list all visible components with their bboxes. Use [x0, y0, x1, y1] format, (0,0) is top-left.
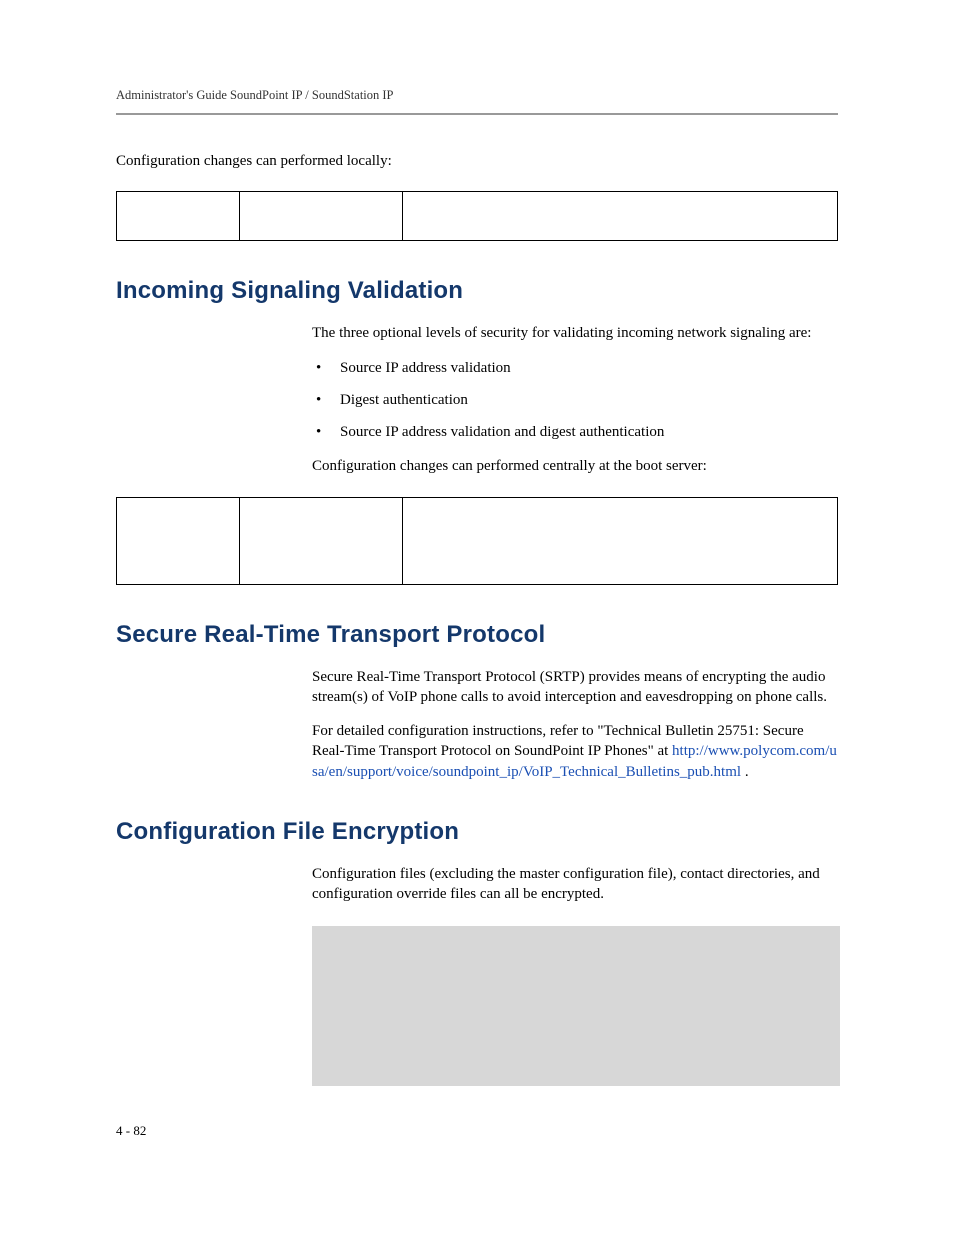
section1-p1: The three optional levels of security fo… — [312, 323, 838, 343]
note-box — [312, 926, 840, 1086]
config-table-central — [116, 497, 838, 585]
table-cell — [403, 497, 838, 584]
section2-p2-post: . — [741, 764, 749, 780]
table-cell — [117, 497, 240, 584]
page-number: 4 - 82 — [116, 1123, 146, 1139]
heading-incoming-signaling: Incoming Signaling Validation — [116, 277, 838, 305]
config-table-local — [116, 191, 838, 241]
section1-bullets: Source IP address validation Digest auth… — [312, 358, 838, 443]
table-cell — [240, 192, 403, 241]
table-cell — [117, 192, 240, 241]
heading-config-encryption: Configuration File Encryption — [116, 818, 838, 846]
bullet-item: Source IP address validation and digest … — [336, 422, 838, 442]
bullet-item: Digest authentication — [336, 390, 838, 410]
section1-p2: Configuration changes can performed cent… — [312, 456, 838, 476]
bullet-item: Source IP address validation — [336, 358, 838, 378]
running-header: Administrator's Guide SoundPoint IP / So… — [116, 88, 838, 103]
heading-srtp: Secure Real-Time Transport Protocol — [116, 621, 838, 649]
table-cell — [403, 192, 838, 241]
header-rule — [116, 113, 838, 115]
section3-p1: Configuration files (excluding the maste… — [312, 864, 838, 905]
section2-p1: Secure Real-Time Transport Protocol (SRT… — [312, 667, 838, 708]
section2-p2: For detailed configuration instructions,… — [312, 721, 838, 782]
table-cell — [240, 497, 403, 584]
intro-line: Configuration changes can performed loca… — [116, 151, 838, 171]
